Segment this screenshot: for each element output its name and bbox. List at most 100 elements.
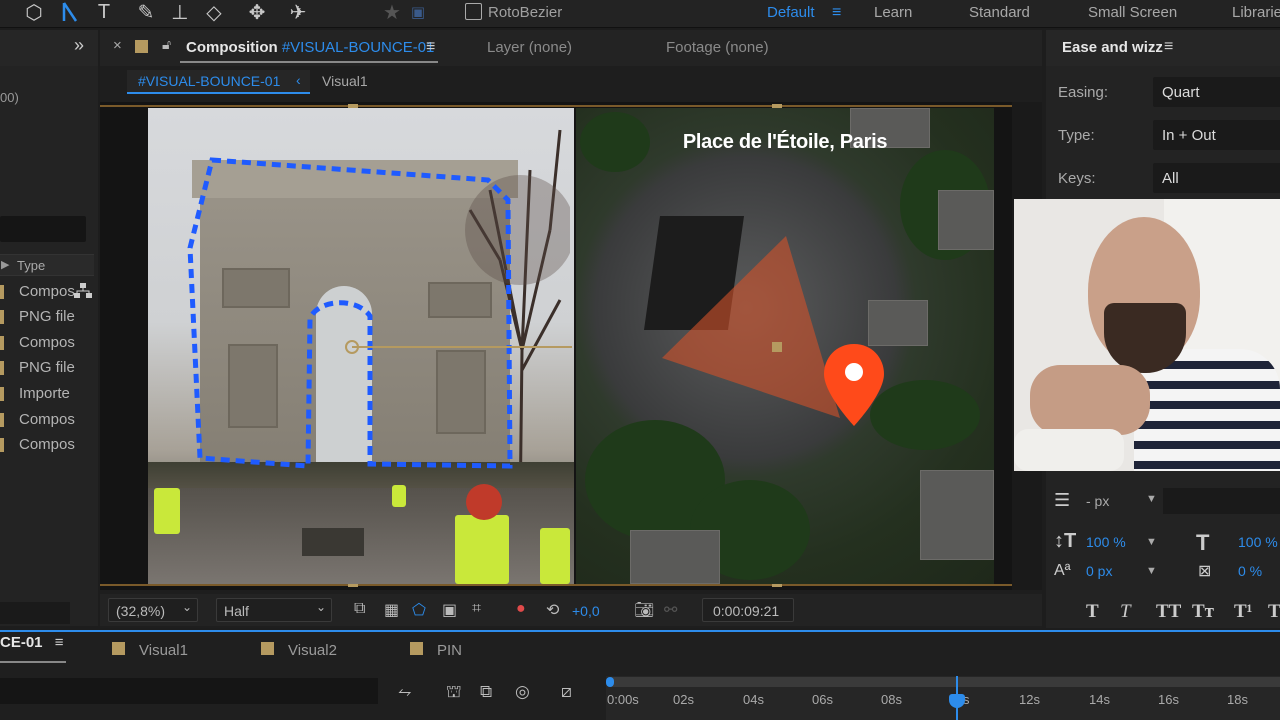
composition-mini-flowchart-icon[interactable]: ⥊ (398, 682, 412, 702)
faux-bold-icon[interactable]: T (1086, 601, 1099, 623)
shy-layers-icon[interactable]: ⧉ (480, 682, 492, 702)
workspace-libraries[interactable]: Librarie (1232, 4, 1280, 21)
workspace-small-screen[interactable]: Small Screen (1088, 4, 1177, 21)
draft-3d-icon[interactable]: ⛫ (446, 682, 462, 704)
anchor-point[interactable] (772, 342, 782, 352)
composition-tab[interactable]: Composition #VISUAL-BOUNCE-01 (186, 39, 434, 56)
leading-field[interactable] (1163, 488, 1280, 514)
timeline-tab-visual2[interactable]: Visual2 (288, 642, 337, 659)
exposure-reset-icon[interactable]: ⟲ (546, 600, 559, 620)
puppet-tool-icon[interactable]: ✈ (284, 0, 312, 24)
horizontal-scale-icon: T (1196, 530, 1210, 555)
chevron-down-icon[interactable]: ▼ (1146, 493, 1157, 505)
timeline-search-input[interactable] (0, 678, 378, 704)
panel-menu-icon[interactable]: ≡ (55, 634, 64, 651)
tsume-value[interactable]: 0 % (1238, 563, 1262, 579)
project-row-type: Importe (19, 385, 70, 402)
active-tab-underline (180, 61, 438, 63)
project-row-type: Compos (19, 334, 75, 351)
project-row-type: Compos (19, 411, 75, 428)
frame-blending-icon[interactable]: ◎ (515, 682, 530, 702)
pen-tool-icon[interactable] (56, 0, 84, 24)
layer-tab[interactable]: Layer (none) (487, 39, 572, 56)
small-caps-icon[interactable]: Tт (1192, 601, 1214, 623)
breadcrumb-visual1[interactable]: Visual1 (322, 73, 368, 89)
transparency-grid-icon[interactable]: ▦ (384, 600, 399, 620)
project-row[interactable]: PNG file (0, 305, 98, 329)
project-row[interactable]: Compos (0, 331, 98, 355)
expand-panel-icon[interactable]: » (74, 35, 84, 56)
project-row[interactable]: Compos (0, 280, 98, 304)
workspace-standard[interactable]: Standard (969, 4, 1030, 21)
time-tick: 0:00s (607, 692, 639, 707)
type-value: In + Out (1162, 127, 1216, 144)
eraser-tool-icon[interactable]: ◇ (200, 0, 228, 24)
roi-icon[interactable]: ⧉ (354, 600, 365, 618)
zoom-value: (32,8%) (116, 603, 166, 619)
type-tool-icon[interactable]: T (90, 0, 118, 24)
workspace-default[interactable]: Default (767, 4, 815, 21)
close-icon[interactable]: × (113, 37, 122, 54)
chevron-down-icon: ⌄ (316, 600, 327, 614)
lock-icon[interactable]: 🔓︎ (162, 36, 171, 53)
roto-mask-path[interactable] (148, 108, 574, 584)
horizontal-scale-value[interactable]: 100 % (1238, 534, 1278, 550)
snapshot-camera-icon[interactable]: 📷︎ (634, 600, 654, 620)
workspace-menu-icon[interactable]: ≡ (832, 4, 841, 22)
vertical-scale-value[interactable]: 100 % (1086, 534, 1126, 550)
type-column-label: Type (17, 258, 46, 273)
show-snapshot-icon[interactable]: ⚯ (664, 600, 677, 620)
panel-menu-icon[interactable]: ≡ (1164, 38, 1173, 56)
panel-menu-icon[interactable]: ≡ (426, 38, 435, 56)
label-swatch (261, 642, 274, 655)
project-row[interactable]: PNG file (0, 356, 98, 380)
snapping-icon[interactable]: ▣ (404, 0, 432, 24)
work-area-bar[interactable] (610, 677, 1280, 687)
timeline-tab-active-label: CE-01 (0, 634, 43, 651)
roto-brush-tool-icon[interactable]: ✥ (243, 0, 271, 24)
leading-icon: ☰ (1054, 490, 1071, 510)
label-swatch (0, 285, 4, 299)
color-channels-icon[interactable]: ● (516, 600, 526, 618)
workspace-learn[interactable]: Learn (874, 4, 912, 21)
clone-stamp-tool-icon[interactable]: ⊥ (166, 0, 194, 24)
resolution-value: Half (224, 603, 249, 619)
brush-tool-icon[interactable]: ✎ (132, 0, 160, 24)
chevron-down-icon[interactable]: ▼ (1146, 536, 1157, 548)
subscript-icon[interactable]: T (1268, 601, 1280, 623)
project-row-type: Compos (19, 436, 75, 453)
safe-margins-icon[interactable]: ▣ (442, 600, 457, 620)
leading-value[interactable]: - px (1086, 493, 1109, 509)
timeline-tab-visual1[interactable]: Visual1 (139, 642, 188, 659)
timeline-tab-active[interactable]: CE-01 ≡ (0, 634, 63, 651)
breadcrumb-arrow-icon: ‹ (296, 72, 301, 88)
type-column-header[interactable] (0, 254, 94, 276)
project-row[interactable]: Importe (0, 382, 98, 406)
roto-bezier-checkbox[interactable] (465, 3, 482, 20)
time-tick: 12s (1019, 692, 1040, 707)
exposure-value[interactable]: +0,0 (572, 603, 600, 619)
baseline-shift-icon: Aª (1054, 562, 1071, 579)
current-timecode: 0:00:09:21 (713, 603, 780, 619)
keys-value: All (1162, 170, 1179, 187)
footage-tab[interactable]: Footage (none) (666, 39, 769, 56)
flowchart-icon[interactable] (74, 283, 92, 302)
graph-editor-icon[interactable]: ⧄ (561, 682, 572, 702)
project-row[interactable]: Compos (0, 408, 98, 432)
comp-guide-bottom (100, 584, 1012, 586)
faux-italic-icon[interactable]: T (1120, 601, 1131, 623)
label-swatch (112, 642, 125, 655)
timeline-tab-pin[interactable]: PIN (437, 642, 462, 659)
mask-visibility-icon[interactable]: ⬠ (412, 600, 426, 620)
superscript-icon[interactable]: T¹ (1234, 601, 1252, 623)
project-row[interactable]: Compos (0, 433, 98, 457)
project-search-input[interactable] (0, 216, 86, 242)
chevron-down-icon[interactable]: ▼ (1146, 565, 1157, 577)
label-swatch (410, 642, 423, 655)
shape-tool-icon[interactable]: ⬡ (20, 0, 48, 24)
all-caps-icon[interactable]: TT (1156, 601, 1181, 623)
grid-guides-icon[interactable]: ⌗ (472, 600, 481, 618)
baseline-shift-value[interactable]: 0 px (1086, 563, 1112, 579)
sort-arrow-icon: ▶ (1, 259, 10, 271)
work-area-start-handle[interactable] (606, 677, 614, 687)
